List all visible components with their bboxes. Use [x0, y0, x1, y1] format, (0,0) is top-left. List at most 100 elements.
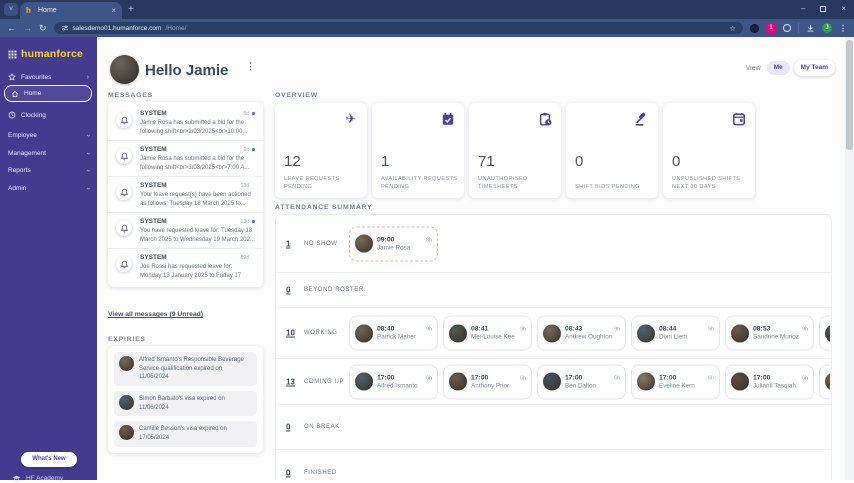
overview-card-value: 71	[478, 153, 495, 170]
apps-grid-icon[interactable]	[8, 50, 17, 59]
attendance-count[interactable]: 0	[286, 468, 290, 477]
overview-heading: OVERVIEW	[275, 92, 318, 99]
scrollbar-thumb[interactable]	[846, 40, 853, 150]
shift-chip[interactable]	[819, 315, 830, 351]
shift-chip[interactable]	[819, 364, 830, 399]
back-button[interactable]: ←	[7, 23, 16, 33]
attendance-chips: 17:00 6h Alfred Ismanto 17:00 6h Anthony…	[349, 364, 830, 399]
browser-tab[interactable]: h Home ×	[20, 2, 122, 19]
message-item[interactable]: SYSTEM 89d Joe Rossi has requested leave…	[108, 248, 263, 284]
chevron-icon: ›	[86, 73, 89, 81]
shift-chip[interactable]: 08:44 9h Doni Liem	[631, 315, 720, 351]
sidebar-item-employee[interactable]: Employee ›	[8, 128, 93, 142]
shift-chip[interactable]: 08:43 9h Andrew Oughton	[537, 315, 626, 351]
header-menu-icon[interactable]: ⋮	[246, 61, 255, 72]
message-text: Jamie Rosa has submitted a bid for the f…	[140, 156, 250, 171]
academy-label: HF Academy	[26, 475, 64, 482]
logo-text: humanforce	[21, 48, 84, 60]
shift-chip[interactable]: 08:40 9h Patrick Maher	[349, 315, 438, 351]
calendar-check-icon	[441, 112, 455, 126]
shift-chip[interactable]: 17:00 6h Ben Dalton	[537, 364, 626, 399]
overview-card[interactable]: 0 UNPUBLISHED SHIFTS NEXT 30 DAYS	[663, 103, 755, 198]
window-close-button[interactable]: ×	[841, 4, 846, 13]
overview-card[interactable]: 0 SHIFT BIDS PENDING	[566, 103, 658, 198]
overview-card[interactable]: 1 AVAILABILITY REQUESTS PENDING	[372, 103, 464, 198]
attendance-row-finished: 0 FINISHED	[276, 449, 831, 480]
shift-person-name: Anthony Prior	[471, 382, 510, 389]
sidebar-item-label: Home	[24, 90, 42, 97]
shift-chip[interactable]: 08:53 9h Sandrine Munoz	[725, 315, 814, 351]
message-text: Your leave request(s) have been actioned…	[140, 192, 251, 207]
attendance-chips: 09:00 8h Jamie Rosa	[349, 226, 830, 261]
tab-search-button[interactable]: ˅	[4, 3, 18, 16]
bookmark-star-icon[interactable]: ☆	[729, 24, 736, 33]
address-bar[interactable]: salesdemo01.humanforce.com/Home/ ☆	[53, 22, 743, 34]
shift-duration: 9h	[426, 326, 432, 333]
attendance-count[interactable]: 10	[286, 329, 295, 338]
shift-person-name: Alfred Ismanto	[377, 382, 418, 389]
sidebar-item-management[interactable]: Management ›	[8, 146, 93, 160]
logo[interactable]: humanforce	[8, 48, 83, 60]
tab-close-icon[interactable]: ×	[111, 6, 116, 15]
view-toggle-me[interactable]: Me	[766, 61, 790, 75]
message-item[interactable]: SYSTEM 6d Jamie Rosa has submitted a bid…	[108, 140, 263, 176]
message-item[interactable]: SYSTEM 13d You have requested leave for:…	[108, 212, 263, 248]
sidebar-item-reports[interactable]: Reports ›	[8, 163, 93, 177]
shift-chip[interactable]: 17:00 6h Eveline Kern	[631, 364, 720, 399]
message-item[interactable]: SYSTEM 5d Jamie Rosa has submitted a bid…	[108, 105, 263, 140]
bell-icon	[116, 184, 132, 200]
gavel-icon	[635, 112, 649, 126]
shift-chip[interactable]: 08:41 9h Mei-Louise Kee	[443, 315, 532, 351]
overview-card[interactable]: 71 UNAUTHORISED TIMESHEETS	[469, 103, 561, 198]
expiry-text: Simon Barbato's visa expired on 11/06/20…	[139, 396, 225, 411]
expiry-item[interactable]: Camille Besson's visa expired on 17/05/2…	[114, 421, 257, 447]
message-sender: SYSTEM	[140, 182, 167, 189]
shift-chip[interactable]: 17:00 6h Julianti Tasqiah	[725, 364, 814, 399]
shift-chip[interactable]: 09:00 8h Jamie Rosa	[349, 226, 438, 261]
attendance-row-working: 10 WORKING 08:40 9h Patrick Maher 08:41 …	[276, 307, 831, 358]
sidebar-item-home[interactable]: Home	[4, 85, 92, 102]
whats-new-button[interactable]: What's New	[21, 452, 77, 467]
attendance-count[interactable]: 0	[286, 423, 290, 432]
attendance-count[interactable]: 1	[286, 239, 290, 248]
message-item[interactable]: SYSTEM 13d Your leave request(s) have be…	[108, 176, 263, 212]
download-icon[interactable]	[806, 24, 815, 33]
view-toggle-my-team[interactable]: My Team	[793, 60, 835, 76]
attendance-chips: 08:40 9h Patrick Maher 08:41 9h Mei-Loui…	[349, 315, 830, 351]
new-tab-button[interactable]: +	[128, 4, 134, 15]
browser-profile-avatar[interactable]: J	[822, 23, 832, 33]
site-settings-icon[interactable]	[61, 24, 69, 32]
extension-icon-ring[interactable]	[783, 24, 791, 32]
overview-card-value: 1	[381, 153, 390, 170]
view-toggle: View Me My Team	[746, 60, 835, 76]
sidebar-item-academy[interactable]: HF Academy	[12, 474, 63, 483]
forward-button[interactable]: →	[23, 23, 32, 33]
attendance-count[interactable]: 13	[286, 377, 295, 386]
attendance-count[interactable]: 0	[286, 286, 290, 295]
extension-icon-dark[interactable]	[750, 23, 759, 33]
extension-icon-badge[interactable]: 1	[766, 23, 776, 33]
message-age: 89d	[240, 254, 249, 261]
shift-chip[interactable]: 17:00 6h Anthony Prior	[443, 364, 532, 399]
toolbar-divider	[798, 23, 799, 33]
view-all-messages-link[interactable]: View all messages (9 Unread)	[108, 311, 203, 318]
shift-time: 17:00	[565, 374, 583, 381]
window-minimize-button[interactable]: –	[801, 4, 805, 13]
overview-card[interactable]: ✈ 12 LEAVE REQUESTS PENDING	[275, 103, 367, 198]
expiries-card: Alfred Ismanto's Responsible Beverage Se…	[108, 346, 263, 453]
page-scrollbar[interactable]	[845, 37, 854, 480]
shift-duration: 6h	[520, 375, 526, 381]
expiry-item[interactable]: Simon Barbato's visa expired on 11/06/20…	[114, 391, 257, 417]
sidebar-item-clocking[interactable]: Clocking	[8, 108, 93, 122]
shift-chip[interactable]: 17:00 6h Alfred Ismanto	[349, 364, 438, 399]
expiry-item[interactable]: Alfred Ismanto's Responsible Beverage Se…	[114, 352, 257, 387]
browser-menu-icon[interactable]: ⋮	[839, 24, 847, 33]
user-avatar[interactable]	[110, 55, 139, 84]
attendance-label: WORKING	[304, 330, 338, 336]
reload-button[interactable]: ↻	[39, 23, 47, 33]
sidebar-item-admin[interactable]: Admin ›	[8, 181, 93, 195]
avatar	[449, 324, 467, 342]
sidebar-item-favourites[interactable]: Favourites ›	[8, 70, 93, 84]
window-maximize-button[interactable]	[820, 5, 827, 12]
avatar	[825, 324, 830, 342]
